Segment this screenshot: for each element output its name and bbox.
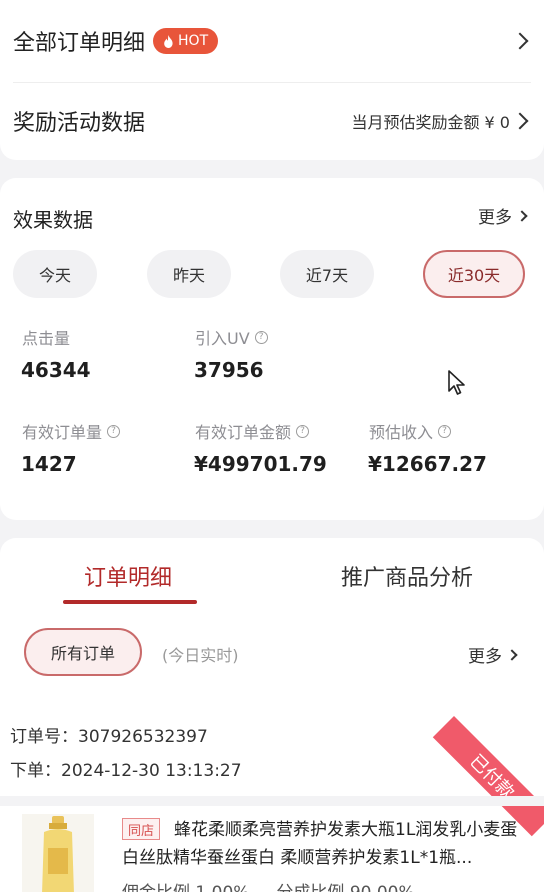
chevron-right-icon[interactable] [511, 112, 529, 130]
product-item[interactable]: 同店 蜂花柔顺柔亮营养护发素大瓶1L润发乳小麦蛋白丝肽精华蚕丝蛋白 柔顺营养护发… [0, 806, 544, 892]
help-icon[interactable]: ? [438, 424, 452, 438]
hot-badge: HOT [153, 28, 219, 54]
flame-icon [164, 34, 173, 48]
metric-valid-amount-value: ¥499701.79 [194, 452, 327, 476]
help-icon[interactable]: ? [107, 424, 121, 438]
metric-clicks-value: 46344 [21, 358, 91, 382]
filter-all-orders[interactable]: 所有订单 [24, 628, 142, 676]
divider [13, 82, 531, 83]
range-today[interactable]: 今天 [13, 250, 97, 298]
orders-more-link[interactable]: 更多 [468, 642, 518, 667]
reward-estimate: 当月预估奖励金额 ¥ 0 [351, 113, 510, 132]
more-label: 更多 [478, 208, 512, 228]
commission-info: 佣金比例 1.00% 分成比例 90.00% [122, 878, 415, 892]
order-number: 订单号：307926532397 [10, 727, 208, 747]
range-30days[interactable]: 近30天 [423, 250, 525, 298]
effect-data-card: 效果数据 更多 今天 昨天 近7天 近30天 点击量 46344 引入UV? 3… [0, 178, 544, 520]
metric-est-income-label: 预估收入? [369, 419, 452, 443]
range-yesterday[interactable]: 昨天 [147, 250, 231, 298]
more-label: 更多 [468, 647, 502, 667]
product-title: 蜂花柔顺柔亮营养护发素大瓶1L润发乳小麦蛋白丝肽精华蚕丝蛋白 柔顺营养护发素1L… [122, 820, 518, 868]
metric-uv-label: 引入UV? [195, 325, 268, 349]
chevron-right-icon[interactable] [511, 32, 529, 50]
tab-order-details[interactable]: 订单明细 [84, 560, 172, 592]
tab-product-analysis[interactable]: 推广商品分析 [341, 560, 473, 592]
orders-card: 订单明细 推广商品分析 所有订单 (今日实时) 更多 已付款 订单号：30792… [0, 538, 544, 892]
order-time: 下单：2024-12-30 13:13:27 [10, 761, 242, 781]
range-7days[interactable]: 近7天 [280, 250, 374, 298]
metric-valid-amount-label: 有效订单金额? [195, 419, 310, 443]
metric-valid-orders-value: 1427 [21, 452, 77, 476]
all-orders-label: 全部订单明细 [13, 31, 146, 56]
chevron-right-icon [516, 209, 528, 222]
reward-activity-row[interactable]: 奖励活动数据 当月预估奖励金额 ¥ 0 [0, 98, 544, 144]
effect-data-title: 效果数据 [13, 208, 93, 232]
divider [0, 796, 544, 806]
metric-est-income-value: ¥12667.27 [368, 452, 487, 476]
all-orders-row[interactable]: 全部订单明细 HOT [0, 18, 544, 64]
reward-activity-label: 奖励活动数据 [13, 111, 146, 136]
hot-badge-label: HOT [178, 33, 209, 49]
effect-more-link[interactable]: 更多 [478, 203, 528, 228]
product-image [42, 816, 74, 892]
metric-valid-orders-label: 有效订单量? [22, 419, 121, 443]
mouse-cursor-icon [448, 370, 465, 395]
active-tab-indicator [63, 600, 197, 604]
chevron-right-icon [506, 648, 518, 661]
realtime-hint: (今日实时) [162, 646, 239, 665]
help-icon[interactable]: ? [296, 424, 310, 438]
summary-card: 全部订单明细 HOT 奖励活动数据 当月预估奖励金额 ¥ 0 [0, 0, 544, 160]
product-thumbnail [22, 814, 94, 892]
metric-uv-value: 37956 [194, 358, 264, 382]
help-icon[interactable]: ? [254, 330, 268, 344]
metric-clicks-label: 点击量 [22, 329, 71, 348]
